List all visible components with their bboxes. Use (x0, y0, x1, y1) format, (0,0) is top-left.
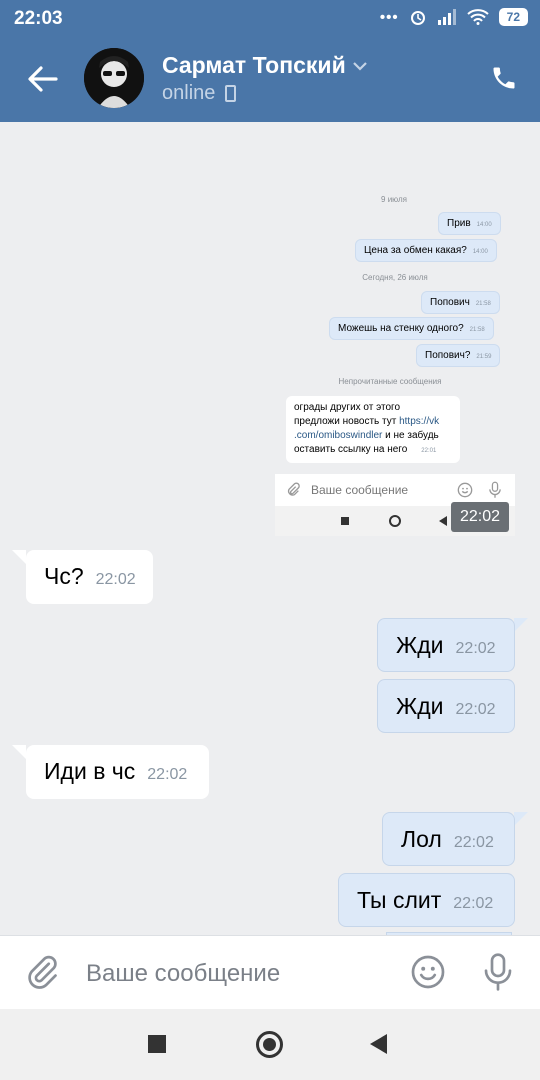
message-text: Ты слит (357, 887, 442, 913)
incoming-message[interactable]: Иди в чс 22:02 (26, 745, 209, 799)
message-time: 22:02 (453, 895, 494, 912)
outgoing-message[interactable]: Лол 22:02 (382, 812, 515, 866)
mini-outgoing-message: Цена за обмен какая? 14:00 (355, 239, 497, 262)
message-text: Попович? (425, 350, 471, 361)
mini-outgoing-message: Попович 21:58 (421, 291, 500, 314)
message-line: ограды других от этого (294, 402, 401, 413)
message-text: Иди в чс (44, 758, 136, 784)
mini-outgoing-message: Можешь на стенку одного? 21:58 (329, 317, 494, 340)
bubble-tail (12, 550, 26, 564)
status-bar-time: 22:03 (14, 8, 63, 29)
message-line: оставить ссылку на него 22:01 (294, 443, 452, 458)
message-text: Жди (396, 693, 444, 719)
chat-header: 22:03 ••• 72 Сармат Топский online (0, 0, 540, 122)
message-line: предложи новость тут https://vk (294, 415, 452, 429)
chevron-down-icon[interactable] (352, 60, 368, 72)
notification-dots: ••• (379, 8, 399, 26)
mini-incoming-message: ограды других от этого предложи новость … (286, 396, 460, 463)
message-text: Можешь на стенку одного? (338, 323, 464, 334)
outgoing-message[interactable]: Жди 22:02 (377, 618, 515, 672)
message-link[interactable]: https://vk (399, 416, 439, 427)
unread-messages-divider: Непрочитанные сообщения (338, 377, 442, 386)
battery-indicator: 72 (498, 8, 528, 26)
message-text: Прив (447, 218, 471, 229)
message-time: 14:00 (476, 222, 492, 228)
message-text: Чс? (44, 563, 84, 589)
message-time: 22:02 (453, 834, 494, 851)
contact-avatar[interactable] (84, 48, 144, 108)
message-time: 21:58 (469, 327, 485, 333)
bubble-tail (514, 618, 528, 632)
message-link[interactable]: .com/omiboswindler (294, 430, 382, 441)
microphone-icon[interactable] (482, 952, 514, 992)
message-time: 22:02 (455, 640, 496, 657)
square-icon (341, 517, 349, 525)
alarm-icon (410, 11, 425, 25)
mobile-device-icon (225, 85, 237, 102)
avatar-image (84, 48, 144, 108)
attach-icon (287, 482, 300, 496)
android-navigation-bar (0, 1009, 540, 1080)
contact-status: online (162, 82, 237, 105)
outgoing-message[interactable]: Жди 22:02 (377, 679, 515, 733)
embedded-screenshot: 9 июля Прив 14:00 Цена за обмен какая? 14:… (0, 122, 540, 542)
message-time: 21:58 (475, 301, 491, 307)
message-text: Лол (401, 826, 442, 852)
phone-call-icon[interactable] (490, 64, 518, 92)
emoji-icon (457, 482, 473, 498)
online-status-text: online (162, 82, 216, 104)
message-input-bar: Ваше сообщение (0, 935, 540, 1009)
mini-input-placeholder: Ваше сообщение (311, 483, 409, 497)
back-arrow-icon[interactable] (26, 62, 60, 96)
incoming-message[interactable]: Чс? 22:02 (26, 550, 153, 604)
outgoing-message[interactable]: Ты слит 22:02 (338, 873, 515, 927)
message-time: 22:01 (421, 448, 437, 454)
contact-name[interactable]: Сармат Топский (162, 52, 346, 79)
message-text: и не забудь (382, 430, 439, 441)
recent-apps-icon[interactable] (148, 1035, 166, 1053)
message-text: оставить ссылку на него (294, 444, 408, 455)
message-text: Жди (396, 632, 444, 658)
message-text: Попович (430, 297, 470, 308)
date-separator: Сегодня, 26 июля (362, 273, 428, 282)
message-time: 21:59 (476, 354, 492, 360)
message-text: Цена за обмен какая? (364, 245, 467, 256)
message-time: 22:02 (147, 766, 188, 783)
message-text: предложи новость тут (294, 416, 400, 427)
message-time: 14:00 (472, 249, 488, 255)
mic-icon (489, 481, 501, 498)
emoji-icon[interactable] (410, 954, 446, 990)
back-triangle-icon[interactable] (370, 1034, 387, 1054)
mini-outgoing-message: Попович? 21:59 (416, 344, 501, 367)
message-line: .com/omiboswindler и не забудь (294, 429, 452, 443)
wifi-icon (466, 9, 489, 25)
message-time: 22:02 (455, 701, 496, 718)
date-separator: 9 июля (381, 195, 407, 204)
home-icon[interactable] (256, 1031, 283, 1058)
triangle-back-icon (439, 516, 447, 526)
mini-outgoing-message: Прив 14:00 (438, 212, 501, 235)
signal-icon (437, 9, 456, 25)
message-input[interactable]: Ваше сообщение (86, 960, 280, 988)
circle-icon (389, 515, 401, 527)
status-bar-icons: ••• 72 (380, 8, 528, 26)
attach-icon[interactable] (24, 954, 60, 990)
message-time: 22:02 (95, 571, 136, 588)
bubble-tail (12, 745, 26, 759)
bubble-tail (514, 812, 528, 826)
time-tooltip: 22:02 (451, 502, 509, 532)
